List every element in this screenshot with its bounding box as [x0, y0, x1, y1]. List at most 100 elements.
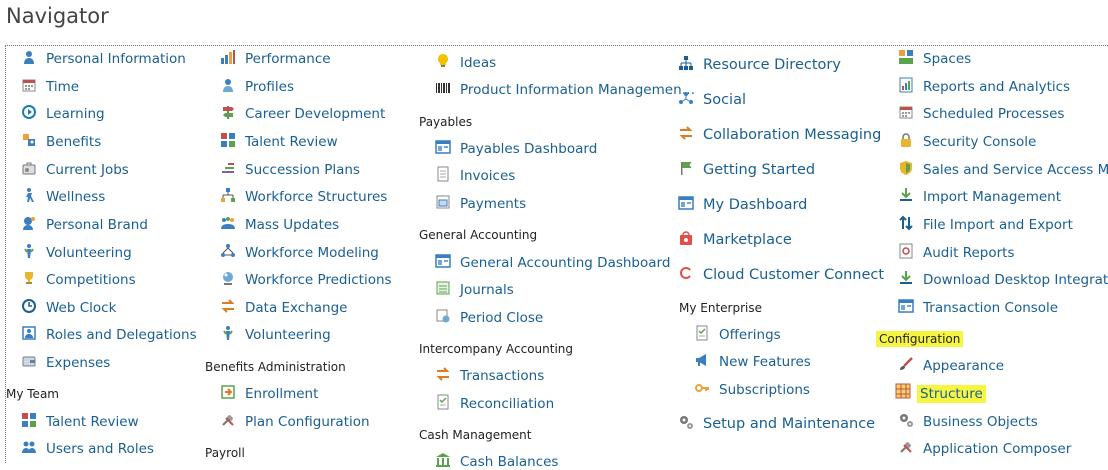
nav-item-label: Journals [460, 282, 514, 298]
nav-item-label: Collaboration Messaging [703, 127, 882, 143]
page-title: Navigator [6, 4, 109, 28]
nav-item-label: Succession Plans [245, 162, 360, 178]
nav-item-label: Benefits [46, 134, 102, 150]
nav-item-label: Invoices [460, 168, 516, 184]
nav-item-label: Offerings [719, 327, 781, 343]
benefits-icon [21, 132, 37, 148]
nav-item-label: Transactions [460, 368, 545, 384]
nav-item-label: Time [46, 79, 80, 95]
connect-icon [678, 265, 694, 281]
section-header-benefits-administration: Benefits Administration [205, 360, 346, 374]
section-header-payables: Payables [419, 115, 473, 129]
section-header-general-accounting: General Accounting [419, 228, 538, 242]
nav-item-label: Getting Started [703, 162, 816, 178]
brush-icon [898, 356, 914, 372]
section-header-configuration: Configuration [876, 331, 964, 347]
wallet-icon [21, 353, 37, 369]
nav-item-label: Setup and Maintenance [703, 416, 876, 432]
tools-icon [898, 439, 914, 455]
nav-item-label: Social [703, 92, 746, 108]
bag-icon [678, 230, 694, 246]
download-icon [898, 270, 914, 286]
exchange-icon [435, 366, 451, 382]
nav-item-label: Personal Brand [46, 217, 148, 233]
nav-item-label: General Accounting Dashboard [460, 255, 671, 271]
dashboard-icon [898, 298, 914, 314]
lock-icon [898, 132, 914, 148]
nav-item-label: Subscriptions [719, 382, 810, 398]
crystal-ball-icon [220, 270, 236, 286]
megaphone-icon [694, 352, 710, 368]
nav-item-label: Web Clock [46, 300, 117, 316]
nav-item-label: Reports and Analytics [923, 79, 1071, 95]
enrollment-icon [220, 384, 236, 400]
nav-item-label: Career Development [245, 106, 386, 122]
grid-icon [220, 132, 236, 148]
nav-item-label: Personal Information [46, 51, 186, 67]
nav-item-label: Talent Review [46, 414, 139, 430]
nav-item-label: Performance [245, 51, 331, 67]
nav-item-label: Current Jobs [46, 162, 129, 178]
nav-item-label: My Dashboard [703, 197, 808, 213]
briefcase-icon [21, 160, 37, 176]
nav-item-label: Payments [460, 196, 527, 212]
bank-icon [435, 452, 451, 468]
checklist-icon [435, 394, 451, 410]
nav-item-label: Wellness [46, 189, 106, 205]
flag-icon [678, 160, 694, 176]
dashboard-icon [435, 253, 451, 269]
network-icon [220, 243, 236, 259]
group-icon [220, 215, 236, 231]
nav-item-label: Mass Updates [245, 217, 340, 233]
volunteer-icon [21, 243, 37, 259]
section-header-intercompany-accounting: Intercompany Accounting [419, 342, 574, 356]
play-circle-icon [21, 104, 37, 120]
audit-icon [898, 243, 914, 259]
nav-item-label: Workforce Predictions [245, 272, 392, 288]
dotted-divider [5, 45, 1108, 46]
walking-person-icon [21, 187, 37, 203]
nav-item-label: Competitions [46, 272, 136, 288]
section-header-my-enterprise: My Enterprise [679, 301, 762, 315]
nav-item-label: Download Desktop Integration … [923, 272, 1108, 288]
structure-icon [895, 383, 911, 399]
download-icon [898, 187, 914, 203]
barcode-icon [435, 80, 451, 96]
nav-item-label: New Features [719, 354, 811, 370]
nav-item-label: Plan Configuration [245, 414, 370, 430]
nav-item-label: Security Console [923, 134, 1037, 150]
nav-item-label: Volunteering [46, 245, 132, 261]
grid-icon [21, 412, 37, 428]
nav-item-label: Transaction Console [923, 300, 1059, 316]
nav-item-label: Payables Dashboard [460, 141, 598, 157]
nav-item-label: Workforce Structures [245, 189, 388, 205]
nav-item-label: Reconciliation [460, 396, 555, 412]
nav-item-label: Learning [46, 106, 105, 122]
users-icon [21, 439, 37, 455]
section-header-cash-management: Cash Management [419, 428, 532, 442]
nav-item-label: Scheduled Processes [923, 106, 1065, 122]
person-brand-icon [21, 215, 37, 231]
nav-item-label: Data Exchange [245, 300, 348, 316]
hierarchy-icon [678, 55, 694, 71]
calendar-icon [898, 104, 914, 120]
signpost-icon [220, 104, 236, 120]
nav-item-label: Cash Balances [460, 454, 559, 470]
key-icon [694, 380, 710, 396]
trophy-icon [21, 270, 37, 286]
shield-icon [898, 160, 914, 176]
nav-item-label: Cloud Customer Connect [703, 267, 885, 283]
journal-icon [435, 280, 451, 296]
nav-item-label: Sales and Service Access Mana… [923, 162, 1108, 178]
dashboard-icon [678, 195, 694, 211]
lightbulb-icon [435, 53, 451, 69]
org-icon [220, 187, 236, 203]
nav-item-label: Resource Directory [703, 57, 841, 73]
nav-item-label: Users and Roles [46, 441, 154, 457]
nav-item-label: Business Objects [923, 414, 1038, 430]
payment-icon [435, 194, 451, 210]
nav-item-label: Workforce Modeling [245, 245, 379, 261]
gears-icon [898, 412, 914, 428]
volunteer-icon [220, 325, 236, 341]
nav-item-label: Product Information Managemen… [460, 82, 696, 98]
